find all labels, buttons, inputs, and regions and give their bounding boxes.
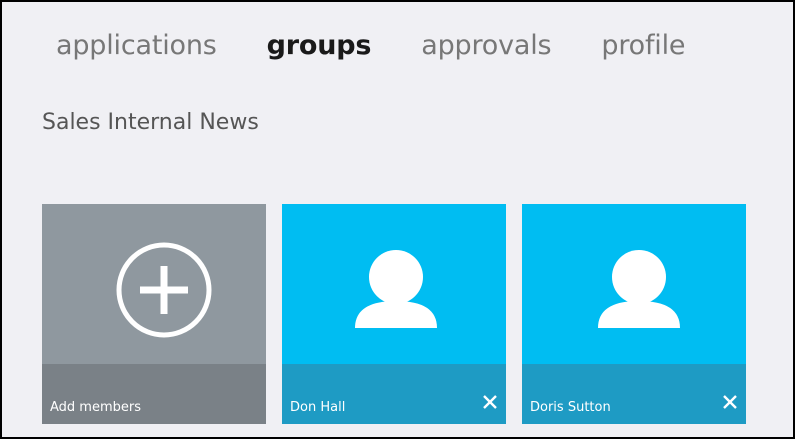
member-tile-doris-sutton[interactable]: Doris Sutton [522,204,746,424]
user-silhouette-icon [355,250,437,328]
close-icon[interactable] [722,394,738,410]
user-silhouette-icon [598,250,680,328]
close-icon[interactable] [482,394,498,410]
member-tile-don-hall[interactable]: Don Hall [282,204,506,424]
nav-item-groups[interactable]: groups [267,30,372,61]
tile-label-bar: Add members [42,364,266,424]
nav-item-applications[interactable]: applications [56,30,217,61]
app-frame: applications groups approvals profile Sa… [0,0,795,439]
add-members-tile[interactable]: Add members [42,204,266,424]
nav-item-profile[interactable]: profile [601,30,685,61]
group-title: Sales Internal News [42,110,259,135]
add-members-label: Add members [50,400,141,415]
tile-label-bar: Doris Sutton [522,364,746,424]
nav-item-approvals[interactable]: approvals [421,30,551,61]
add-circle-icon [116,242,212,338]
tile-label-bar: Don Hall [282,364,506,424]
member-name-label: Doris Sutton [530,400,611,415]
member-name-label: Don Hall [290,400,346,415]
top-nav: applications groups approvals profile [56,30,685,61]
